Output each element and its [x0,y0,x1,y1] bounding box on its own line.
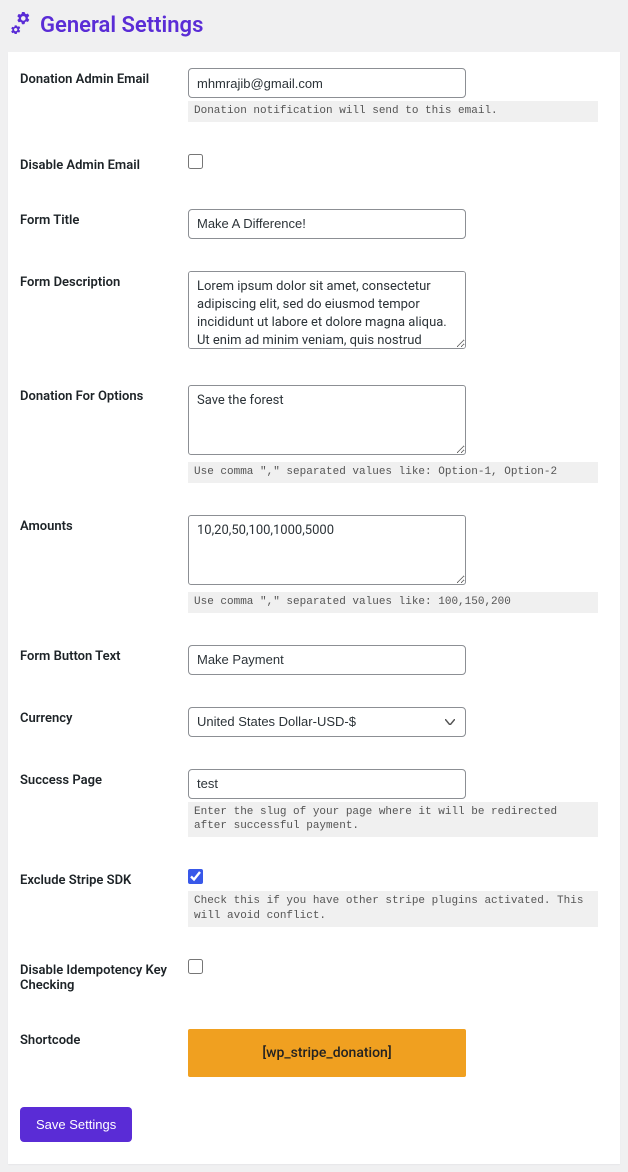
exclude-stripe-sdk-label: Exclude Stripe SDK [20,873,131,888]
save-row: Save Settings [8,1093,620,1164]
donation-for-options-label: Donation For Options [20,389,143,404]
donation-for-options-textarea[interactable]: Save the forest [188,385,466,455]
settings-card: Donation Admin Email Donation notificati… [8,52,620,1164]
disable-idempotency-label: Disable Idempotency Key Checking [20,963,167,993]
form-button-text-input[interactable] [188,645,466,675]
shortcode-display: [wp_stripe_donation] [188,1029,466,1077]
disable-admin-email-checkbox[interactable] [188,154,203,169]
form-button-text-label: Form Button Text [20,649,121,664]
donation-admin-email-input[interactable] [188,68,466,98]
exclude-stripe-sdk-hint: Check this if you have other stripe plug… [188,891,598,927]
currency-select[interactable]: United States Dollar-USD-$ [188,707,466,737]
success-page-hint: Enter the slug of your page where it wil… [188,802,598,838]
page-header: General Settings [0,0,628,52]
gears-icon [10,12,32,38]
success-page-input[interactable] [188,769,466,799]
amounts-hint: Use comma "," separated values like: 100… [188,592,598,613]
currency-label: Currency [20,711,72,726]
disable-admin-email-label: Disable Admin Email [20,158,140,173]
exclude-stripe-sdk-checkbox[interactable] [188,869,203,884]
form-title-label: Form Title [20,213,79,228]
settings-form-table: Donation Admin Email Donation notificati… [8,52,620,1093]
success-page-label: Success Page [20,773,102,788]
amounts-textarea[interactable]: 10,20,50,100,1000,5000 [188,515,466,585]
page-title: General Settings [40,13,203,38]
form-description-label: Form Description [20,275,120,290]
donation-admin-email-label: Donation Admin Email [20,72,149,87]
donation-for-options-hint: Use comma "," separated values like: Opt… [188,462,598,483]
amounts-label: Amounts [20,519,73,534]
shortcode-label: Shortcode [20,1033,80,1048]
donation-admin-email-hint: Donation notification will send to this … [188,101,598,122]
form-title-input[interactable] [188,209,466,239]
save-settings-button[interactable]: Save Settings [20,1107,132,1142]
form-description-textarea[interactable]: Lorem ipsum dolor sit amet, consectetur … [188,271,466,349]
disable-idempotency-checkbox[interactable] [188,959,203,974]
